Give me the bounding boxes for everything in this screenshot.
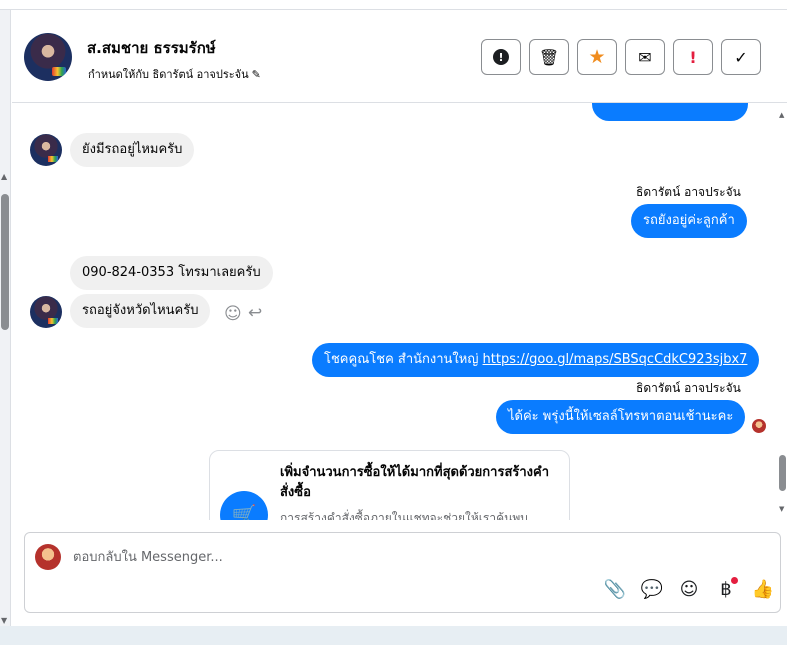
- outer-scrollbar[interactable]: ▲ ▼: [0, 10, 11, 626]
- chat-scrollbar-thumb[interactable]: [779, 455, 786, 491]
- delete-button[interactable]: 🗑: [529, 39, 569, 75]
- spam-icon: !: [493, 49, 509, 65]
- notification-dot: [731, 577, 738, 584]
- message-bubble[interactable]: ได้ค่ะ พรุ่งนี้ให้เซลล์โทรหาตอนเช้านะคะ: [496, 400, 746, 434]
- scroll-down-arrow-icon[interactable]: ▼: [779, 505, 784, 513]
- reply-composer: 📎 💬 ☺ ฿ 👍: [24, 532, 781, 613]
- message-text: โชคคูณโชค สำนักงานใหญ่: [324, 352, 483, 367]
- composer-tools: 📎 💬 ☺ ฿ 👍: [603, 577, 775, 601]
- baht-icon[interactable]: ฿: [714, 577, 738, 601]
- mark-unread-button[interactable]: ✉: [625, 39, 665, 75]
- my-avatar: [35, 544, 61, 570]
- trash-icon: 🗑: [538, 47, 560, 67]
- pencil-icon[interactable]: ✎: [252, 68, 261, 81]
- reply-input[interactable]: [73, 546, 673, 568]
- order-promo-card[interactable]: 🛒 เพิ่มจำนวนการซื้อให้ได้มากที่สุดด้วยกา…: [209, 450, 570, 520]
- message-bubble-link[interactable]: โชคคูณโชค สำนักงานใหญ่ https://goo.gl/ma…: [312, 343, 760, 377]
- header-actions: ! 🗑 ★ ✉ ! ✓: [481, 39, 761, 75]
- contact-name[interactable]: ส.สมชาย ธรรมรักษ์: [87, 36, 216, 60]
- emoji-icon[interactable]: ☺: [677, 577, 701, 601]
- mark-done-button[interactable]: ✓: [721, 39, 761, 75]
- speech-bubble-icon[interactable]: 💬: [640, 577, 664, 601]
- top-divider: [0, 0, 787, 10]
- message-bubble[interactable]: รถยังอยู่ค่ะลูกค้า: [631, 204, 747, 238]
- check-icon: ✓: [734, 47, 748, 67]
- bottom-strip: [0, 626, 787, 645]
- scroll-up-arrow-icon[interactable]: ▲: [779, 111, 784, 119]
- star-button[interactable]: ★: [577, 39, 617, 75]
- message-bubble[interactable]: 090-824-0353 โทรมาเลยครับ: [70, 256, 273, 290]
- mark-important-button[interactable]: !: [673, 39, 713, 75]
- message-bubble[interactable]: รถอยู่จังหวัดไหนครับ: [70, 294, 211, 328]
- thumbs-up-icon[interactable]: 👍: [751, 577, 775, 601]
- message-bubble[interactable]: ยังมีรถอยู่ไหมครับ: [70, 133, 195, 167]
- chat-scrollbar[interactable]: ▲ ▼: [776, 103, 787, 520]
- assignee-line[interactable]: กำหนดให้กับ ธิดารัตน์ อาจประจัน ✎: [88, 65, 261, 83]
- assignee-label: กำหนดให้กับ ธิดารัตน์ อาจประจัน: [88, 68, 249, 81]
- scroll-down-arrow-icon[interactable]: ▼: [1, 616, 7, 625]
- reply-icon[interactable]: ↩: [248, 303, 262, 323]
- contact-avatar[interactable]: [24, 33, 72, 81]
- attach-icon[interactable]: 📎: [603, 577, 627, 601]
- shopping-cart-icon: 🛒: [220, 491, 268, 520]
- mark-spam-button[interactable]: !: [481, 39, 521, 75]
- smiley-icon[interactable]: ☺: [224, 304, 242, 324]
- sender-name: ธิดารัตน์ อาจประจัน: [636, 185, 741, 199]
- maps-link[interactable]: https://goo.gl/maps/SBSqcCdkC923sjbx7: [483, 352, 748, 367]
- message-bubble-clipped[interactable]: [592, 103, 748, 121]
- scroll-up-arrow-icon[interactable]: ▲: [1, 172, 7, 181]
- message-list[interactable]: ยังมีรถอยู่ไหมครับ ธิดารัตน์ อาจประจัน ร…: [12, 103, 776, 520]
- card-title: เพิ่มจำนวนการซื้อให้ได้มากที่สุดด้วยการส…: [280, 465, 550, 500]
- mail-icon: ✉: [638, 47, 652, 67]
- scrollbar-thumb[interactable]: [1, 194, 9, 330]
- conversation-header: ส.สมชาย ธรรมรักษ์ กำหนดให้กับ ธิดารัตน์ …: [12, 11, 787, 103]
- customer-avatar[interactable]: [30, 296, 62, 328]
- card-subtitle: การสร้างคำสั่งซื้อภายในแชทจะช่วยให้เราค้…: [280, 511, 528, 520]
- seen-avatar: [752, 419, 766, 433]
- messenger-conversation: ▲ ▼ ส.สมชาย ธรรมรักษ์ กำหนดให้กับ ธิดารั…: [0, 0, 787, 645]
- star-icon: ★: [588, 46, 606, 68]
- customer-avatar[interactable]: [30, 134, 62, 166]
- sender-name: ธิดารัตน์ อาจประจัน: [636, 381, 741, 395]
- exclamation-icon: !: [689, 47, 697, 67]
